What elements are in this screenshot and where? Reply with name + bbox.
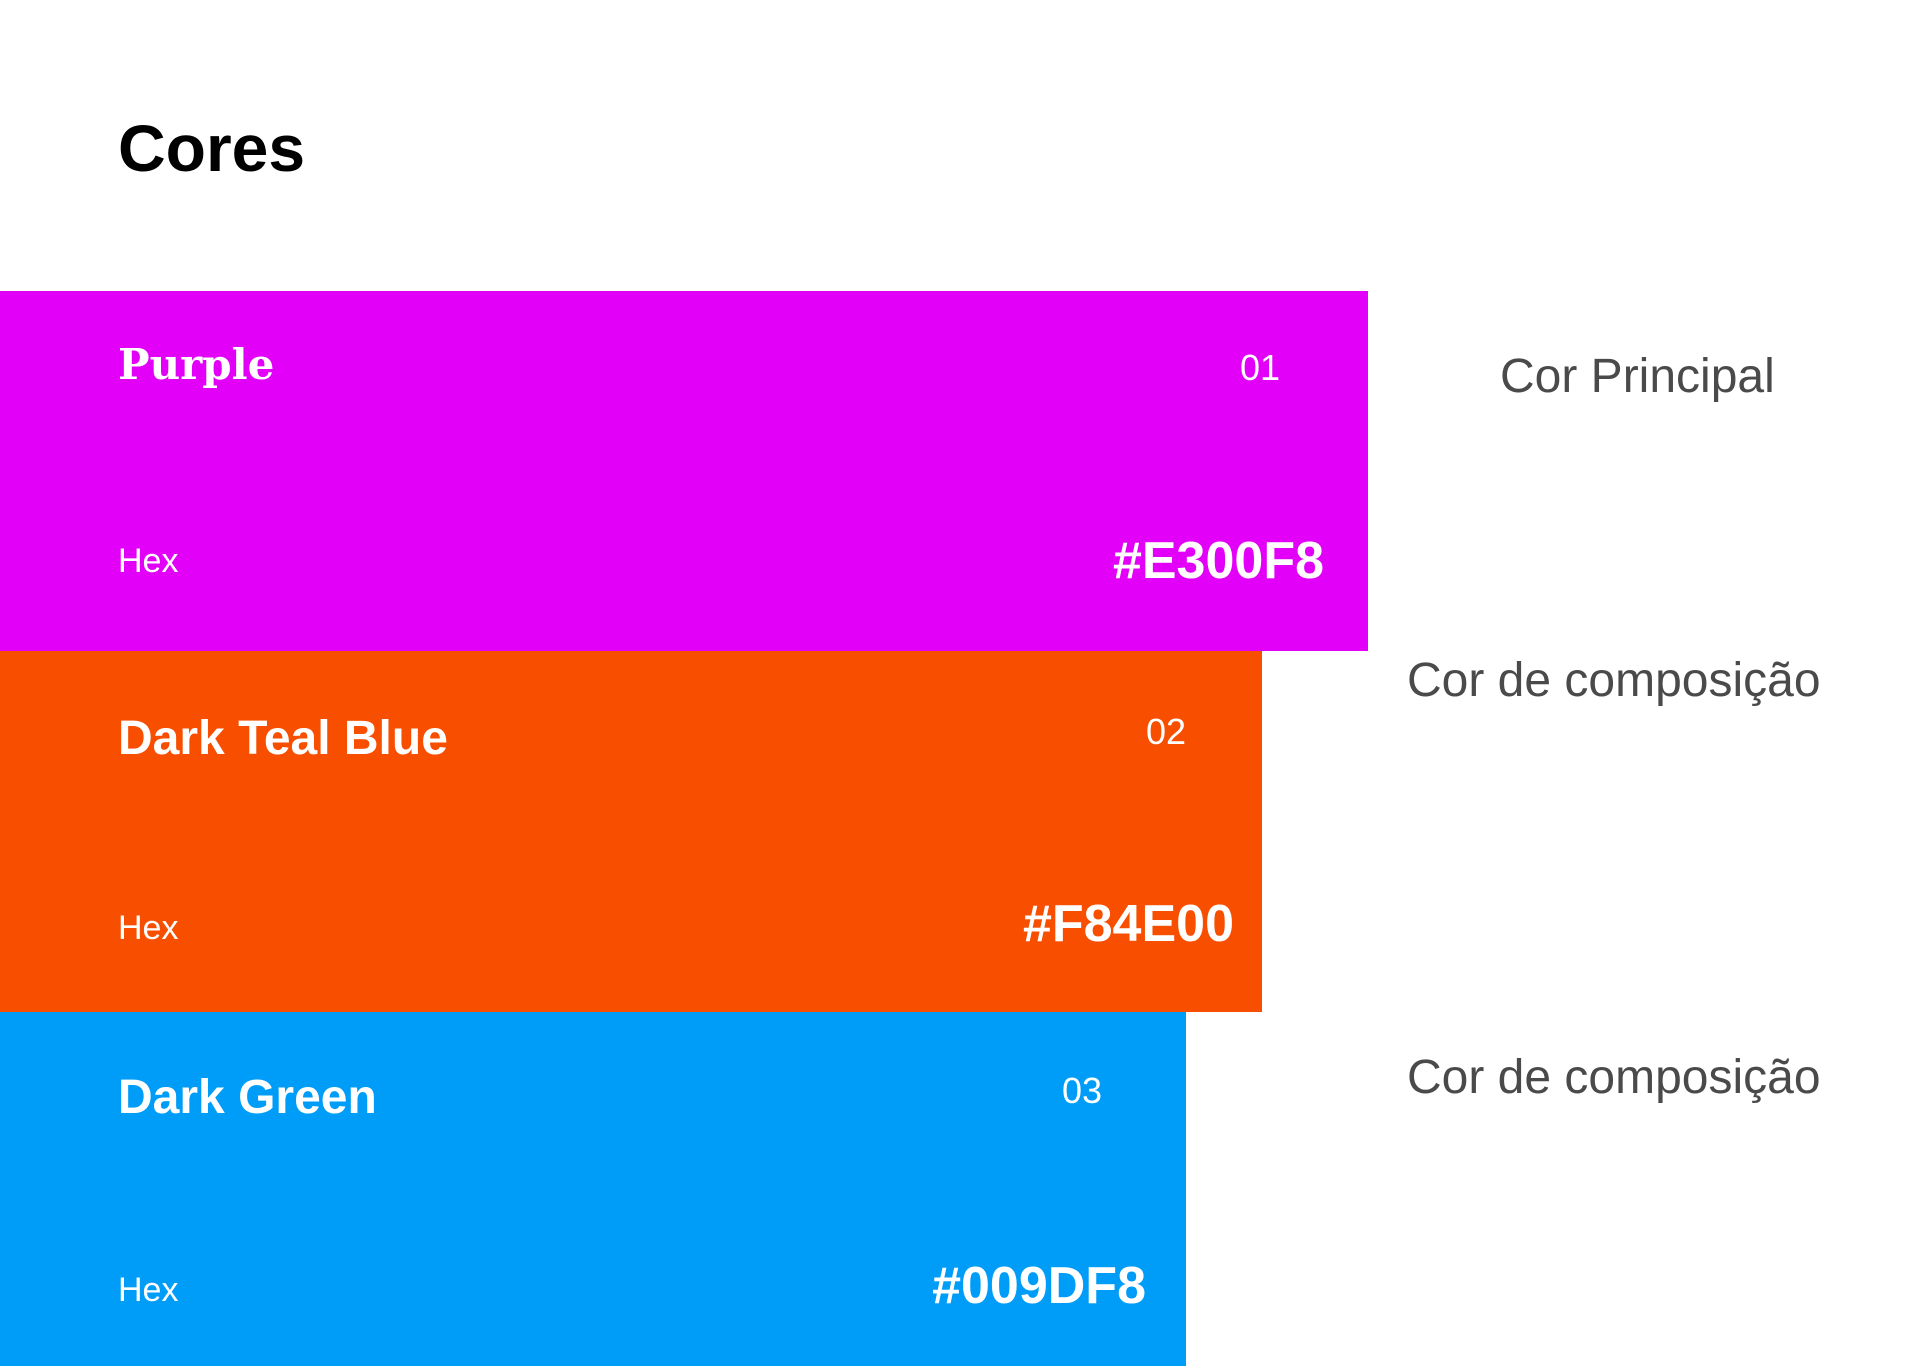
color-swatch-orange: Dark Teal Blue 02 Hex #F84E00 (0, 651, 1262, 1012)
swatch-number: 01 (1239, 347, 1280, 388)
swatch-name: Purple (118, 340, 275, 389)
color-swatch-blue: Dark Green 03 Hex #009DF8 (0, 1012, 1186, 1366)
swatch-name: Dark Green (118, 1071, 377, 1124)
swatch-hex-value: #009DF8 (932, 1257, 1146, 1315)
swatch-role-label: Cor de composição (1407, 654, 1821, 707)
swatch-hex-value: #F84E00 (1022, 895, 1234, 953)
swatch-role-label: Cor Principal (1500, 350, 1775, 403)
swatch-hex-label: Hex (118, 1271, 179, 1309)
swatch-hex-label: Hex (118, 909, 179, 947)
color-palette-page: Cores Purple 01 Hex #E300F8 Dark Teal Bl… (0, 0, 1920, 1366)
swatch-number: 02 (1145, 711, 1186, 752)
swatch-role-label: Cor de composição (1407, 1051, 1821, 1104)
swatch-hex-label: Hex (118, 542, 179, 580)
swatch-name: Dark Teal Blue (118, 712, 448, 765)
page-title: Cores (118, 111, 306, 185)
color-swatch-purple: Purple 01 Hex #E300F8 (0, 291, 1368, 651)
swatch-hex-value: #E300F8 (1112, 532, 1324, 590)
swatch-number: 03 (1061, 1070, 1102, 1111)
